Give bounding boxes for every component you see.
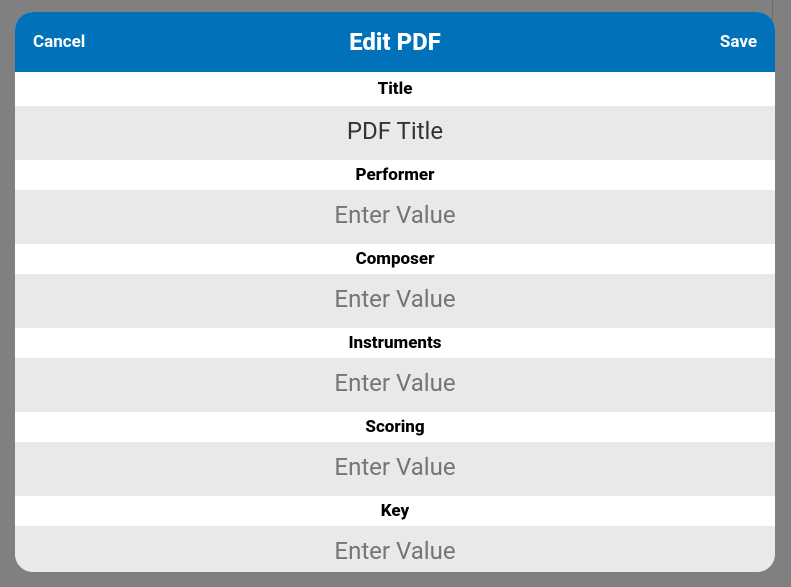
modal-body[interactable]: Title Performer Composer Instruments Sco… bbox=[15, 72, 775, 572]
field-label-row: Instruments bbox=[15, 324, 775, 358]
field-label-composer: Composer bbox=[356, 249, 435, 269]
field-input-row bbox=[15, 106, 775, 156]
title-input[interactable] bbox=[15, 107, 775, 155]
field-label-row: Composer bbox=[15, 240, 775, 274]
field-input-row bbox=[15, 190, 775, 240]
performer-input[interactable] bbox=[15, 191, 775, 239]
field-label-row: Title bbox=[15, 72, 775, 106]
save-button[interactable]: Save bbox=[720, 32, 757, 52]
composer-input[interactable] bbox=[15, 275, 775, 323]
edit-pdf-modal: Cancel Edit PDF Save Title Performer Com… bbox=[15, 12, 775, 572]
scoring-input[interactable] bbox=[15, 443, 775, 491]
field-label-performer: Performer bbox=[356, 165, 435, 185]
field-label-title: Title bbox=[378, 79, 413, 99]
field-input-row bbox=[15, 274, 775, 324]
field-input-row bbox=[15, 358, 775, 408]
instruments-input[interactable] bbox=[15, 359, 775, 407]
cancel-button[interactable]: Cancel bbox=[33, 32, 85, 52]
key-input[interactable] bbox=[15, 527, 775, 572]
modal-title: Edit PDF bbox=[349, 28, 441, 56]
modal-header: Cancel Edit PDF Save bbox=[15, 12, 775, 72]
field-label-row: Key bbox=[15, 492, 775, 526]
field-label-row: Scoring bbox=[15, 408, 775, 442]
field-input-row bbox=[15, 526, 775, 572]
field-label-instruments: Instruments bbox=[348, 333, 441, 353]
field-label-row: Performer bbox=[15, 156, 775, 190]
field-label-key: Key bbox=[381, 501, 409, 521]
field-input-row bbox=[15, 442, 775, 492]
field-label-scoring: Scoring bbox=[365, 417, 424, 437]
